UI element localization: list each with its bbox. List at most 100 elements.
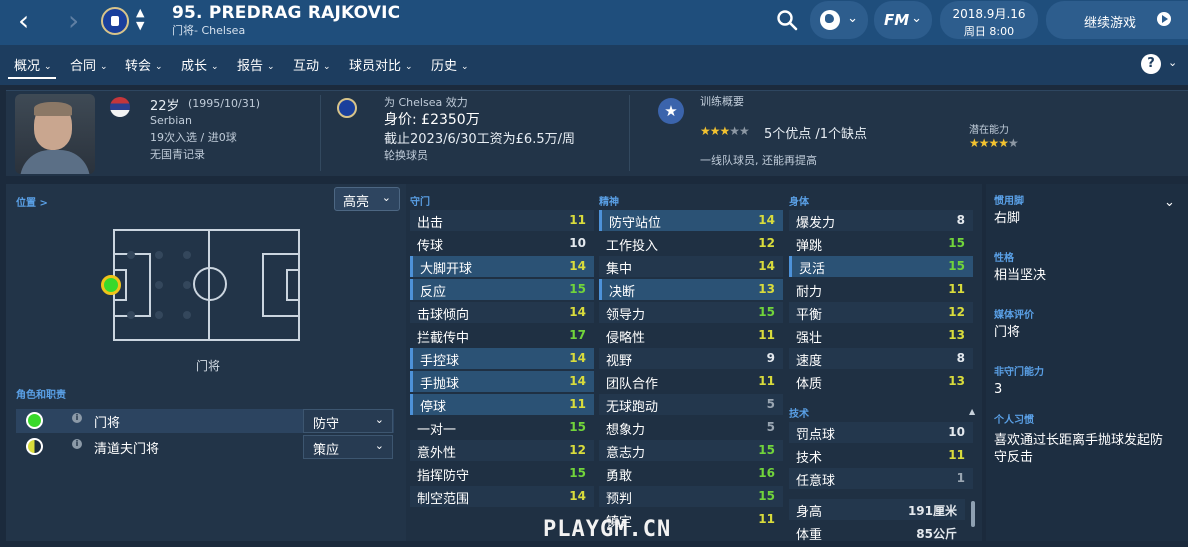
attribute-label: 勇敢 [606, 469, 633, 484]
goalkeeping-attribute-row[interactable]: 大脚开球 14 [410, 256, 594, 277]
role-row[interactable]: i 门将 防守 ⌄ [16, 409, 394, 433]
date-display[interactable]: 2018.9月.16 周日 8:00 [940, 1, 1038, 39]
body-attribute-row[interactable]: 身高 191厘米 [789, 499, 965, 520]
chevron-down-icon: ⌄ [374, 413, 384, 426]
goalkeeping-attribute-row[interactable]: 拦截传中 17 [410, 325, 594, 346]
physical-attribute-row[interactable]: 耐力 11 [789, 279, 973, 300]
forward-arrow-icon[interactable]: › [68, 6, 79, 36]
player-age: 22岁 [150, 99, 180, 114]
info-icon[interactable]: i [72, 413, 82, 423]
menu-transfer[interactable]: 转会 ⌄ [125, 55, 163, 74]
mental-attribute-row[interactable]: 想象力 5 [599, 417, 783, 438]
mental-attribute-row[interactable]: 视野 9 [599, 348, 783, 369]
mental-attribute-row[interactable]: 集中 14 [599, 256, 783, 277]
goalkeeping-attribute-row[interactable]: 击球倾向 14 [410, 302, 594, 323]
physical-attribute-row[interactable]: 速度 8 [789, 348, 973, 369]
attribute-label: 身高 [796, 505, 823, 520]
mental-attribute-row[interactable]: 侵略性 11 [599, 325, 783, 346]
menu-overview[interactable]: 概况 ⌄ [14, 55, 52, 74]
mental-attribute-row[interactable]: 领导力 15 [599, 302, 783, 323]
physical-attribute-row[interactable]: 体质 13 [789, 371, 973, 392]
menu-development[interactable]: 成长 ⌄ [181, 55, 219, 74]
language-button[interactable]: ⌄ [810, 1, 868, 39]
chevron-down-icon: ⌄ [44, 62, 52, 72]
technical-attribute-row[interactable]: 罚点球 10 [789, 422, 973, 443]
chevron-down-icon[interactable]: ⌄ [1168, 56, 1177, 69]
goalkeeper-position-marker[interactable] [101, 275, 121, 295]
attribute-value: 11 [948, 282, 965, 296]
goalkeeping-attribute-row[interactable]: 手抛球 14 [410, 371, 594, 392]
attribute-label: 侵略性 [606, 331, 646, 346]
goalkeeping-attribute-row[interactable]: 制空范围 14 [410, 486, 594, 507]
mental-attribute-row[interactable]: 意志力 15 [599, 440, 783, 461]
personality-value: 相当坚决 [994, 268, 1047, 283]
physical-attribute-row[interactable]: 灵活 15 [789, 256, 973, 277]
menu-contract[interactable]: 合同 ⌄ [70, 55, 108, 74]
position-dot [127, 251, 135, 259]
search-icon[interactable] [776, 9, 798, 31]
mental-attribute-row[interactable]: 决断 13 [599, 279, 783, 300]
physical-attribute-row[interactable]: 强壮 13 [789, 325, 973, 346]
mental-attribute-row[interactable]: 勇敢 16 [599, 463, 783, 484]
fm-menu-button[interactable]: FM ⌄ [874, 1, 932, 39]
help-icon[interactable]: ? [1141, 54, 1161, 74]
info-icon[interactable]: i [72, 439, 82, 449]
chelsea-crest-icon[interactable] [101, 7, 129, 35]
goalkeeping-attribute-row[interactable]: 指挥防守 15 [410, 463, 594, 484]
goalkeeping-attribute-row[interactable]: 一对一 15 [410, 417, 594, 438]
mental-attribute-row[interactable]: 团队合作 11 [599, 371, 783, 392]
attribute-value: 15 [569, 420, 586, 434]
attribute-value: 13 [948, 374, 965, 388]
roles-title: 角色和职责 [16, 390, 66, 401]
technical-attribute-row[interactable]: 技术 11 [789, 445, 973, 466]
attribute-label: 爆发力 [796, 216, 836, 231]
scrollbar[interactable] [971, 501, 975, 527]
menu-interaction[interactable]: 互动 ⌄ [293, 55, 331, 74]
menu-reports[interactable]: 报告 ⌄ [237, 55, 275, 74]
position-dot [155, 251, 163, 259]
training-title: 训练概要 [700, 95, 744, 108]
goalkeeping-attribute-row[interactable]: 意外性 12 [410, 440, 594, 461]
youth-record: 无国青记录 [150, 148, 205, 161]
physical-attribute-row[interactable]: 弹跳 15 [789, 233, 973, 254]
chevron-down-icon[interactable]: ⌄ [1164, 195, 1175, 210]
goalkeeping-attribute-row[interactable]: 手控球 14 [410, 348, 594, 369]
unnatural-title: 非守门能力 [994, 367, 1044, 378]
physical-attribute-row[interactable]: 爆发力 8 [789, 210, 973, 231]
unnatural-value: 3 [994, 382, 1003, 397]
mental-attribute-row[interactable]: 防守站位 14 [599, 210, 783, 231]
chevron-down-icon: ⌄ [323, 62, 331, 72]
menu-compare[interactable]: 球员对比 ⌄ [349, 55, 413, 74]
attribute-value: 14 [569, 305, 586, 319]
mental-attribute-row[interactable]: 预判 15 [599, 486, 783, 507]
role-name: 门将 [94, 416, 121, 431]
role-row[interactable]: i 清道夫门将 策应 ⌄ [16, 435, 394, 459]
player-switch-arrows-icon[interactable]: ▲ ▼ [136, 6, 144, 32]
attribute-label: 速度 [796, 354, 823, 369]
menu-history[interactable]: 历史 ⌄ [431, 55, 469, 74]
continue-button[interactable]: 继续游戏 [1046, 1, 1188, 39]
potential-ability-stars: ★★★★★ [969, 136, 1019, 150]
back-arrow-icon[interactable]: ‹ [18, 6, 29, 36]
collapse-icon[interactable]: ▲ [969, 407, 975, 416]
goalkeeping-attribute-row[interactable]: 停球 11 [410, 394, 594, 415]
goalkeeping-attribute-row[interactable]: 出击 11 [410, 210, 594, 231]
goalkeeping-attribute-row[interactable]: 传球 10 [410, 233, 594, 254]
chevron-down-icon: ⌄ [461, 62, 469, 72]
attribute-value: 14 [569, 489, 586, 503]
highlight-select[interactable]: 高亮 ⌄ [334, 187, 400, 211]
body-attribute-row[interactable]: 体重 85公斤 [789, 522, 965, 543]
attribute-value: 15 [569, 282, 586, 296]
mental-attribute-row[interactable]: 无球跑动 5 [599, 394, 783, 415]
position-title[interactable]: 位置 > [16, 194, 48, 209]
attribute-value: 9 [766, 351, 775, 365]
highlight-label: 高亮 [343, 195, 370, 210]
duty-select[interactable]: 策应 ⌄ [303, 435, 393, 459]
technical-attribute-row[interactable]: 任意球 1 [789, 468, 973, 489]
physical-attribute-row[interactable]: 平衡 12 [789, 302, 973, 323]
attribute-value: 5 [766, 420, 775, 434]
goalkeeping-attribute-row[interactable]: 反应 15 [410, 279, 594, 300]
player-details-panel: 惯用脚 右脚 性格 相当坚决 媒体评价 门将 非守门能力 3 个人习惯 喜欢通过… [986, 184, 1188, 541]
mental-attribute-row[interactable]: 工作投入 12 [599, 233, 783, 254]
duty-select[interactable]: 防守 ⌄ [303, 409, 393, 433]
